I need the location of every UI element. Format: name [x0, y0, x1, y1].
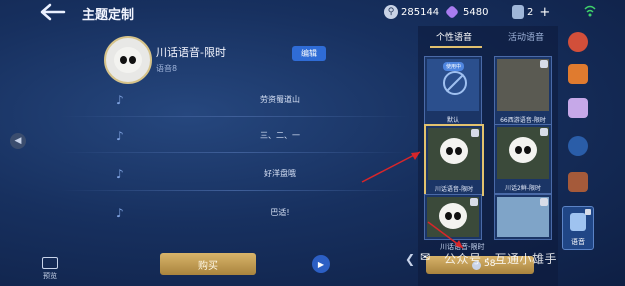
watermark: 公众号 · 互通小雄手: [444, 252, 557, 266]
red-arrow: [361, 151, 421, 183]
annotation-arrows: [361, 151, 464, 249]
red-arrowhead: [455, 240, 463, 248]
wechat-logo-icon: ✉: [420, 250, 431, 264]
